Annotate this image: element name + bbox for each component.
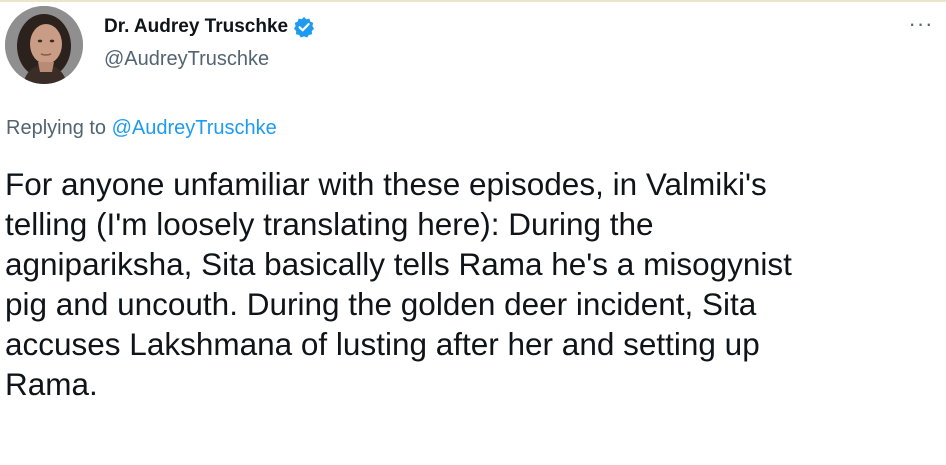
author-handle[interactable]: @AudreyTruschke xyxy=(104,48,269,71)
author-display-name[interactable]: Dr. Audrey Truschke xyxy=(104,16,288,38)
tweet-card[interactable]: Dr. Audrey Truschke @AudreyTruschke ··· … xyxy=(0,0,946,465)
tweet-text-line: telling (I'm loosely translating here): … xyxy=(5,206,654,242)
replying-to: Replying to @AudreyTruschke xyxy=(6,117,277,140)
more-options-icon: ··· xyxy=(908,11,934,36)
more-options-button[interactable]: ··· xyxy=(906,12,936,36)
tweet-text-line: For anyone unfamiliar with these episode… xyxy=(5,166,767,202)
tweet-text-line: Rama. xyxy=(5,366,98,402)
tweet-text-line: pig and uncouth. During the golden deer … xyxy=(5,286,757,322)
avatar[interactable] xyxy=(5,6,83,84)
author-name-row: Dr. Audrey Truschke xyxy=(104,14,315,40)
replying-to-mention-link[interactable]: @AudreyTruschke xyxy=(112,117,277,139)
tweet-text: For anyone unfamiliar with these episode… xyxy=(5,164,941,404)
avatar-photo xyxy=(5,6,83,84)
tweet-text-line: accuses Lakshmana of lusting after her a… xyxy=(5,326,760,362)
replying-to-label: Replying to xyxy=(6,117,107,139)
verified-badge-icon xyxy=(293,16,315,38)
tweet-text-line: agnipariksha, Sita basically tells Rama … xyxy=(5,246,792,282)
